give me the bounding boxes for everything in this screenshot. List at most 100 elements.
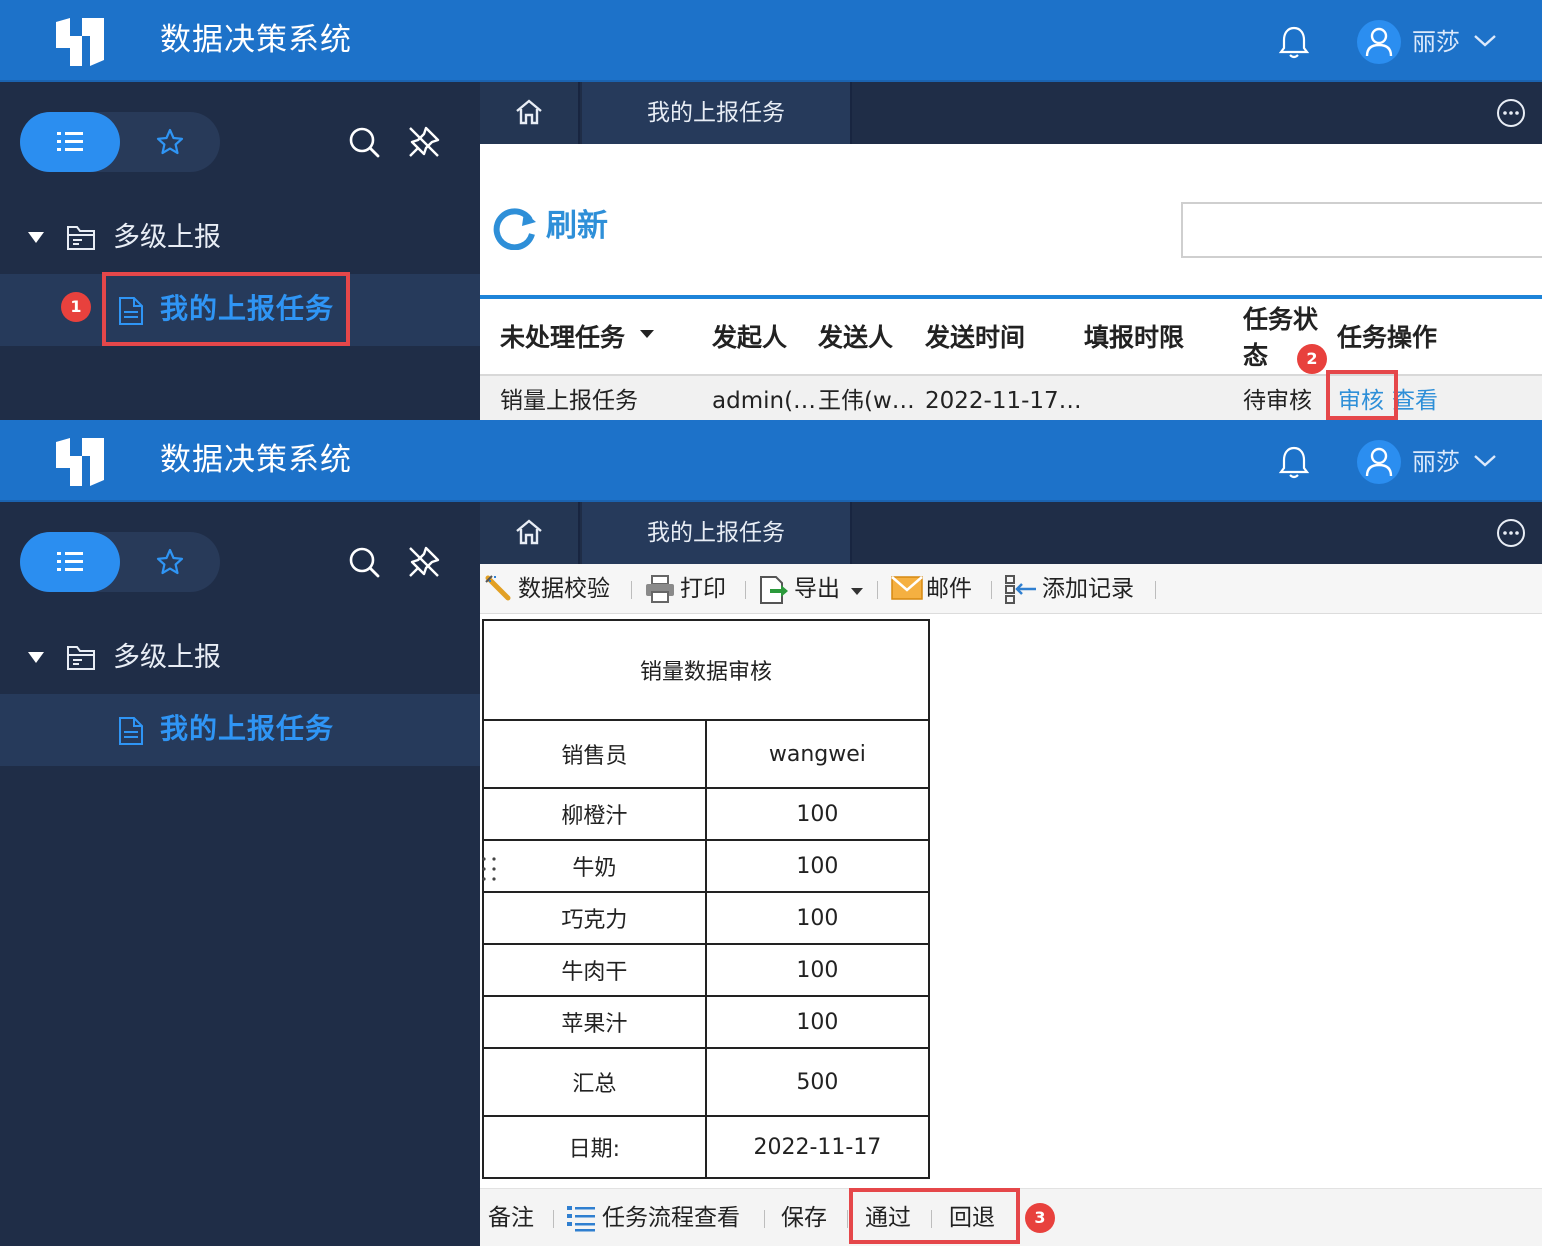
- salesperson-value[interactable]: wangwei: [704, 719, 931, 789]
- more-icon[interactable]: [1496, 98, 1526, 128]
- list-icon: [57, 552, 83, 571]
- toolbar-divider: [847, 1210, 848, 1228]
- highlight-box-step2: [1326, 370, 1398, 420]
- task-flow-view-button[interactable]: 任务流程查看: [602, 1201, 740, 1235]
- tab-my-report-tasks[interactable]: 我的上报任务: [582, 82, 852, 144]
- app-logo-icon: [56, 18, 104, 66]
- refresh-icon[interactable]: [490, 206, 538, 250]
- app-header: 数据决策系统 丽莎: [0, 420, 1542, 502]
- folder-icon: [67, 646, 95, 670]
- export-button[interactable]: 导出: [794, 572, 840, 606]
- date-value[interactable]: 2022-11-17: [704, 1115, 931, 1179]
- step-badge-2: 2: [1297, 344, 1327, 374]
- user-icon: [1365, 27, 1393, 57]
- add-record-icon: [1005, 575, 1036, 604]
- menu-list-toggle[interactable]: [20, 532, 120, 592]
- data-validate-icon: [485, 575, 511, 601]
- user-icon: [1365, 447, 1393, 477]
- column-header-actions: 任务操作: [1337, 323, 1438, 352]
- export-icon: [760, 576, 788, 604]
- favorites-toggle[interactable]: [120, 112, 220, 172]
- step-badge-1: 1: [61, 292, 91, 322]
- product-quantity[interactable]: 100: [704, 839, 931, 893]
- highlight-box-step1: [102, 272, 350, 346]
- sales-review-table: 销量数据审核 销售员 wangwei 柳橙汁 100 牛奶 100 巧克力 10…: [482, 619, 931, 1179]
- sidebar-view-toggle: [20, 112, 220, 172]
- chevron-down-icon[interactable]: [1472, 452, 1498, 470]
- bell-icon[interactable]: [1278, 24, 1310, 60]
- list-icon: [57, 132, 83, 151]
- step-badge-3: 3: [1025, 1203, 1055, 1233]
- unpin-icon[interactable]: [406, 544, 442, 580]
- tab-label: 我的上报任务: [647, 100, 785, 126]
- tab-home[interactable]: [480, 82, 580, 144]
- tree-folder-multilevel-report[interactable]: 多级上报: [0, 208, 480, 268]
- total-label: 汇总: [482, 1047, 707, 1117]
- data-validate-button[interactable]: 数据校验: [518, 572, 610, 606]
- sidebar-item-my-report-tasks[interactable]: 我的上报任务: [0, 694, 480, 766]
- product-name: 牛肉干: [482, 943, 707, 997]
- screenshot-review-form: 数据决策系统 丽莎 多级上报 我的上报任务 我的上报任务 数据校验 打印 导出 …: [0, 420, 1542, 1246]
- search-icon[interactable]: [346, 124, 382, 160]
- email-icon: [891, 576, 923, 600]
- column-header-initiator: 发起人: [712, 323, 788, 352]
- tab-bar: 我的上报任务: [480, 502, 1542, 564]
- more-icon[interactable]: [1496, 518, 1526, 548]
- tab-my-report-tasks[interactable]: 我的上报任务: [582, 502, 852, 564]
- tree-folder-label: 多级上报: [113, 642, 221, 673]
- tab-home[interactable]: [480, 502, 580, 564]
- toolbar-divider: [553, 1210, 554, 1228]
- task-search-input[interactable]: [1181, 202, 1542, 258]
- cell-task-name: 销量上报任务: [500, 388, 638, 414]
- unpin-icon[interactable]: [406, 124, 442, 160]
- printer-icon: [646, 575, 674, 603]
- screenshot-task-list: 数据决策系统 丽莎 多级上报 我的上报任务 我的上报任务 刷新 未处理任务 发起…: [0, 0, 1542, 420]
- product-name: 苹果汁: [482, 995, 707, 1049]
- add-record-button[interactable]: 添加记录: [1042, 572, 1134, 606]
- expand-arrow-icon[interactable]: [28, 652, 44, 663]
- product-quantity[interactable]: 100: [704, 943, 931, 997]
- column-header-task[interactable]: 未处理任务: [500, 320, 625, 356]
- column-header-status-line2: 态: [1243, 341, 1269, 370]
- print-button[interactable]: 打印: [680, 572, 726, 606]
- sidebar-view-toggle: [20, 532, 220, 592]
- product-name: 巧克力: [482, 891, 707, 945]
- bell-icon[interactable]: [1278, 444, 1310, 480]
- caret-down-icon[interactable]: [640, 330, 654, 338]
- refresh-button[interactable]: 刷新: [546, 206, 608, 246]
- expand-arrow-icon[interactable]: [28, 232, 44, 243]
- cell-send-time: 2022-11-17…: [925, 388, 1082, 414]
- product-quantity[interactable]: 100: [704, 787, 931, 841]
- flow-list-icon: [567, 1206, 595, 1232]
- toolbar-divider: [991, 581, 992, 599]
- report-toolbar: 数据校验 打印 导出 邮件 添加记录: [480, 564, 1542, 614]
- avatar[interactable]: [1357, 20, 1401, 64]
- menu-list-toggle[interactable]: [20, 112, 120, 172]
- cell-initiator: admin(…: [712, 388, 817, 414]
- toolbar-divider: [764, 1210, 765, 1228]
- app-header: 数据决策系统 丽莎: [0, 0, 1542, 82]
- search-icon[interactable]: [346, 544, 382, 580]
- avatar[interactable]: [1357, 440, 1401, 484]
- chevron-down-icon[interactable]: [1472, 32, 1498, 50]
- tree-folder-multilevel-report[interactable]: 多级上报: [0, 628, 480, 688]
- column-header-status-line1: 任务状: [1243, 305, 1319, 334]
- product-quantity[interactable]: 100: [704, 995, 931, 1049]
- export-dropdown-icon[interactable]: [851, 588, 863, 595]
- email-button[interactable]: 邮件: [926, 572, 972, 606]
- save-button[interactable]: 保存: [781, 1201, 827, 1235]
- favorites-toggle[interactable]: [120, 532, 220, 592]
- remark-button[interactable]: 备注: [488, 1201, 534, 1235]
- product-quantity[interactable]: 100: [704, 891, 931, 945]
- document-icon: [119, 717, 143, 745]
- user-name[interactable]: 丽莎: [1412, 26, 1460, 58]
- drag-handle-icon[interactable]: [480, 855, 500, 883]
- column-header-deadline: 填报时限: [1084, 323, 1185, 352]
- toolbar-divider: [631, 581, 632, 599]
- user-name[interactable]: 丽莎: [1412, 446, 1460, 478]
- sidebar: 多级上报 我的上报任务: [0, 82, 480, 420]
- cell-sender: 王伟(w…: [818, 388, 915, 414]
- report-sheet: 销量数据审核 销售员 wangwei 柳橙汁 100 牛奶 100 巧克力 10…: [480, 615, 1542, 1188]
- view-link[interactable]: 查看: [1392, 384, 1438, 418]
- tab-bar: 我的上报任务: [480, 82, 1542, 144]
